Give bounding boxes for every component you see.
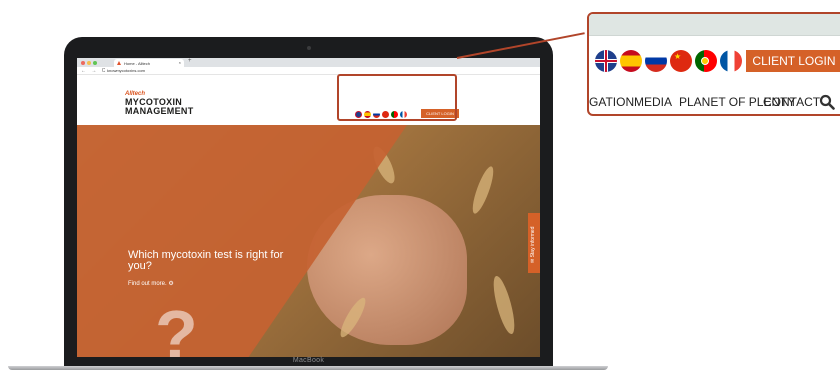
- tab-bar: Home - Alltech × +: [77, 58, 540, 67]
- tab-title: Home - Alltech: [124, 61, 151, 66]
- new-tab-button[interactable]: +: [188, 58, 192, 64]
- laptop-base: [8, 366, 608, 370]
- uk-flag-icon[interactable]: [595, 50, 617, 72]
- question-mark-illustration: ?: [155, 296, 198, 357]
- macbook-label: MacBook: [292, 357, 325, 364]
- camera-icon: [307, 46, 311, 50]
- logo-line-2: MANAGEMENT: [125, 106, 194, 116]
- russia-flag-icon[interactable]: [645, 50, 667, 72]
- highlight-box: [337, 74, 457, 121]
- wheat-ear-decor: [489, 274, 519, 336]
- client-login-button-zoomed[interactable]: CLIENT LOGIN: [746, 50, 840, 72]
- portugal-flag-icon[interactable]: [695, 50, 717, 72]
- site-header: Alltech MYCOTOXIN MANAGEMENT CLIENT LOGI…: [77, 75, 540, 135]
- zoom-callout: ★ CLIENT LOGIN GATION MEDIA PLANET OF PL…: [587, 12, 840, 116]
- search-icon[interactable]: [819, 94, 835, 110]
- nav-item-contact-zoomed[interactable]: CONTACT: [763, 95, 820, 109]
- stay-informed-tab[interactable]: ✉ Stay informed: [528, 213, 540, 273]
- hero-banner: ? Which mycotoxin test is right for you?…: [77, 125, 540, 357]
- hero-heading: Which mycotoxin test is right for you?: [128, 249, 284, 272]
- maximize-window-icon[interactable]: [93, 61, 97, 65]
- find-out-more-link[interactable]: Find out more. ⚙: [128, 280, 174, 287]
- minimize-window-icon[interactable]: [87, 61, 91, 65]
- nav-item-media-zoomed[interactable]: MEDIA: [634, 95, 672, 109]
- browser-nav-buttons[interactable]: ← → C: [81, 68, 107, 74]
- wheat-ear-decor: [468, 164, 498, 216]
- callout-top-strip: [589, 14, 840, 36]
- url-field[interactable]: knowmycotoxins.com: [107, 68, 145, 73]
- close-window-icon[interactable]: [81, 61, 85, 65]
- stay-informed-label: ✉ Stay informed: [530, 226, 536, 263]
- spain-flag-icon[interactable]: [620, 50, 642, 72]
- alltech-favicon-icon: [117, 61, 121, 65]
- browser-window: Home - Alltech × + ← → C knowmycotoxins.…: [77, 58, 540, 357]
- laptop-screen-frame: Home - Alltech × + ← → C knowmycotoxins.…: [64, 37, 553, 357]
- nav-item-mitigation-zoomed[interactable]: GATION: [589, 95, 634, 109]
- address-bar-row: ← → C knowmycotoxins.com: [77, 67, 540, 75]
- china-flag-icon[interactable]: ★: [670, 50, 692, 72]
- close-tab-icon[interactable]: ×: [179, 60, 181, 65]
- france-flag-icon[interactable]: [720, 50, 742, 72]
- browser-tab[interactable]: Home - Alltech ×: [114, 59, 184, 67]
